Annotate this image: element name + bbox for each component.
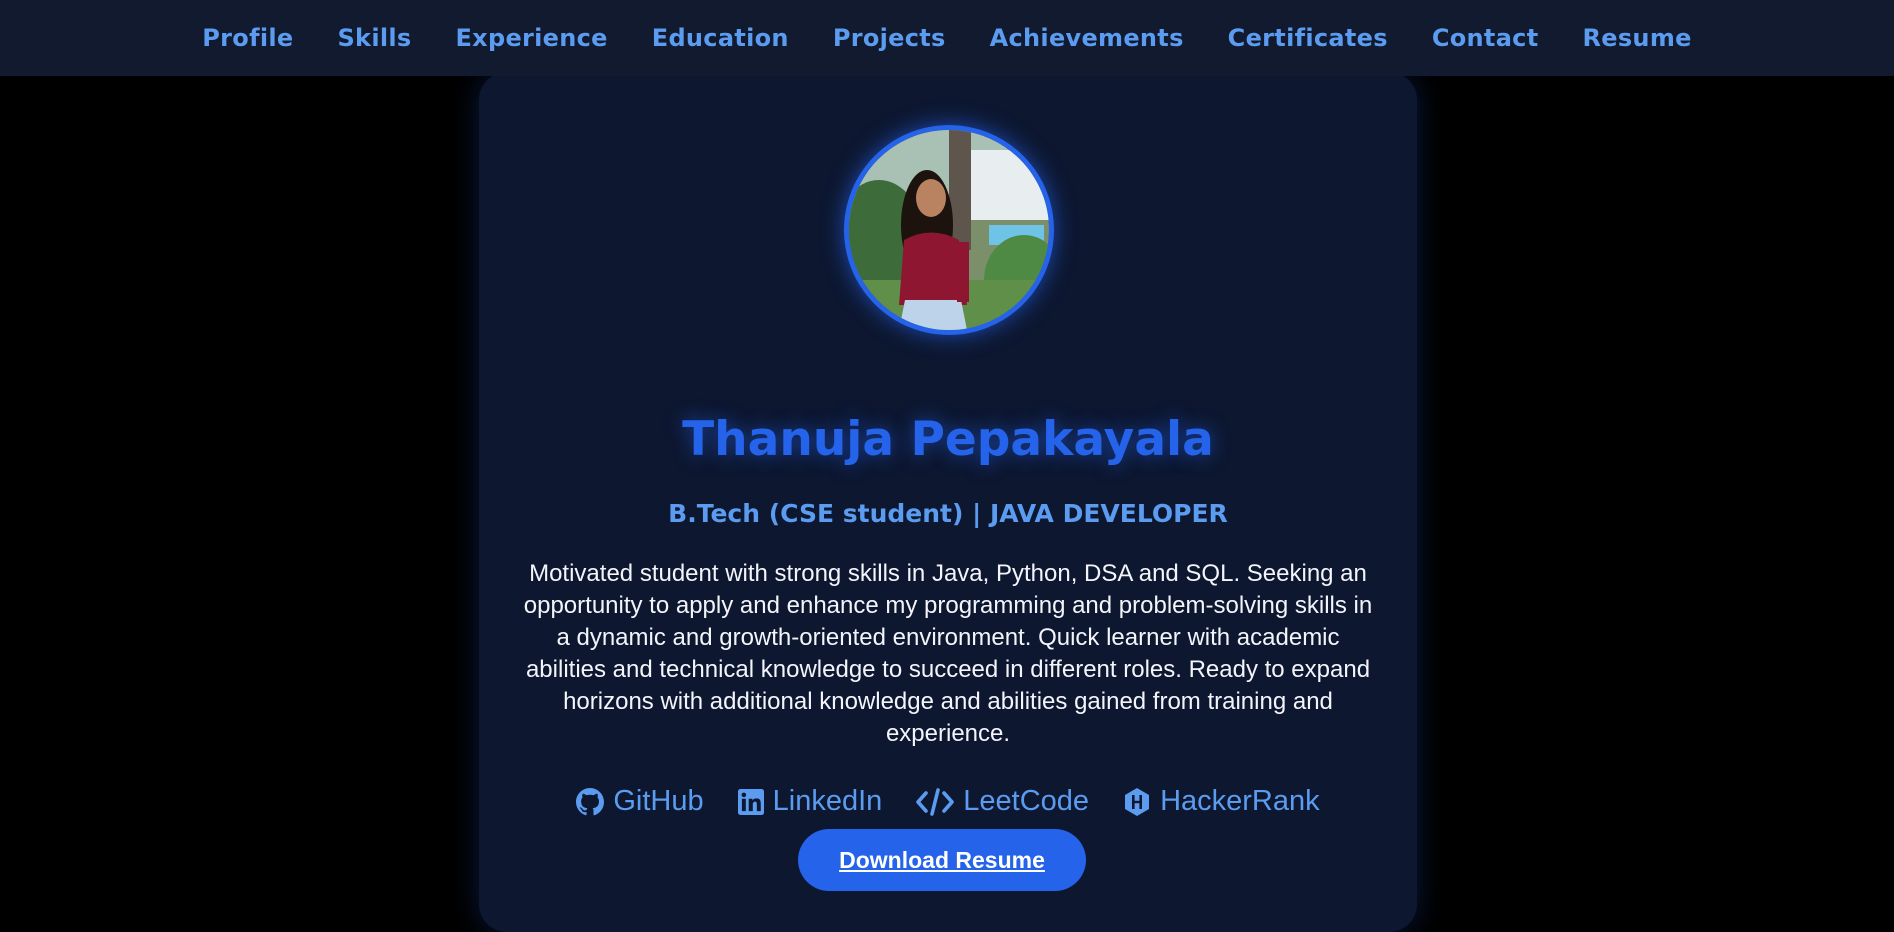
- avatar: [844, 125, 1054, 335]
- hackerrank-icon: [1123, 787, 1151, 817]
- github-icon: [576, 787, 605, 816]
- linkedin-icon: [737, 788, 764, 815]
- profile-subtitle: B.Tech (CSE student) | JAVA DEVELOPER: [668, 499, 1228, 528]
- nav-link-experience[interactable]: Experience: [455, 24, 607, 52]
- github-link[interactable]: GitHub: [576, 785, 704, 818]
- download-resume-button[interactable]: Download Resume: [798, 829, 1086, 891]
- code-icon: [916, 787, 955, 816]
- nav-link-certificates[interactable]: Certificates: [1228, 24, 1388, 52]
- linkedin-link[interactable]: LinkedIn: [737, 785, 883, 818]
- github-label: GitHub: [613, 785, 704, 817]
- nav-link-profile[interactable]: Profile: [202, 24, 293, 52]
- hackerrank-link[interactable]: HackerRank: [1123, 785, 1320, 818]
- social-links: GitHub LinkedIn LeetCode HackerRank: [479, 785, 1417, 818]
- avatar-photo: [849, 130, 1049, 330]
- linkedin-label: LinkedIn: [772, 785, 883, 817]
- profile-bio: Motivated student with strong skills in …: [523, 560, 1373, 747]
- nav-link-contact[interactable]: Contact: [1432, 24, 1539, 52]
- nav-link-achievements[interactable]: Achievements: [990, 24, 1184, 52]
- nav-link-projects[interactable]: Projects: [833, 24, 946, 52]
- profile-name: Thanuja Pepakayala: [682, 412, 1214, 467]
- nav-link-education[interactable]: Education: [652, 24, 789, 52]
- nav-link-skills[interactable]: Skills: [337, 24, 411, 52]
- leetcode-link[interactable]: LeetCode: [916, 785, 1089, 818]
- leetcode-label: LeetCode: [963, 785, 1090, 817]
- nav-link-resume[interactable]: Resume: [1582, 24, 1691, 52]
- hackerrank-label: HackerRank: [1160, 785, 1320, 817]
- top-navigation: Profile Skills Experience Education Proj…: [0, 0, 1894, 76]
